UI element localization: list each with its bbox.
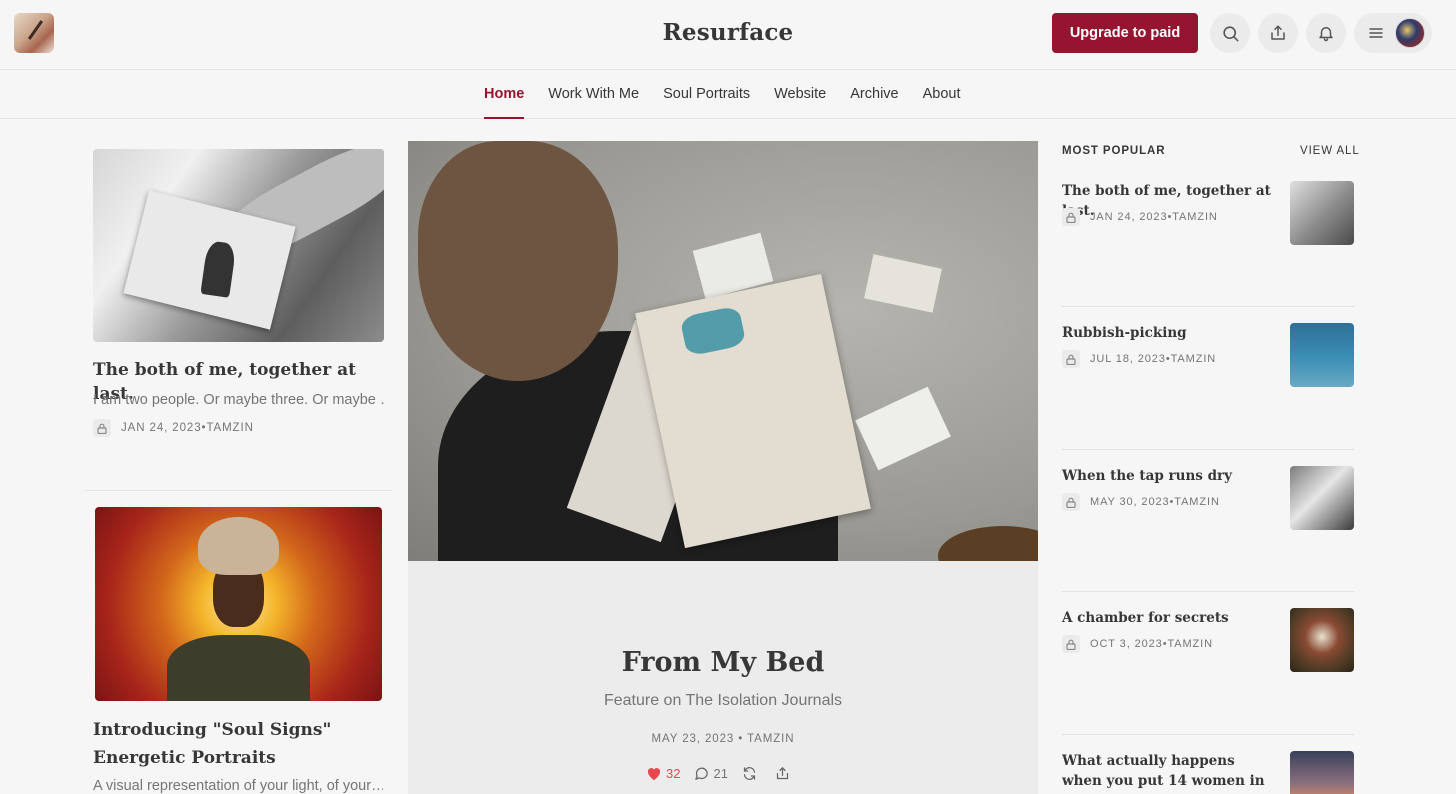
post-date: JAN 24, 2023	[1090, 211, 1168, 223]
top-bar: Resurface Upgrade to paid	[0, 0, 1456, 70]
avatar	[1395, 18, 1425, 48]
meta-separator: •	[734, 733, 748, 745]
popular-post-thumbnail[interactable]	[1290, 181, 1354, 245]
heart-icon	[647, 768, 661, 781]
divider	[85, 490, 392, 491]
popular-post-title[interactable]: Rubbish-picking	[1062, 323, 1277, 343]
post-date: JUL 18, 2023	[1090, 353, 1166, 365]
post-subtitle: I am two people. Or maybe three. Or mayb…	[93, 392, 385, 408]
post-date: MAY 23, 2023	[651, 733, 735, 745]
post-image-both-of-me[interactable]	[93, 149, 384, 342]
popular-post-thumbnail[interactable]	[1290, 323, 1354, 387]
lock-icon	[1062, 635, 1080, 653]
search-icon	[1222, 25, 1238, 41]
lock-icon	[1062, 350, 1080, 368]
share-icon	[1271, 25, 1285, 40]
popular-post-title[interactable]: What actually happens when you put 14 wo…	[1062, 751, 1277, 794]
nav-item-about[interactable]: About	[911, 70, 973, 119]
popular-post-meta: JUL 18, 2023 • TAMZIN	[1062, 350, 1216, 368]
post-image-soul-signs[interactable]	[95, 507, 382, 701]
popular-post-thumbnail[interactable]	[1290, 466, 1354, 530]
share-icon	[776, 767, 789, 780]
divider	[1062, 449, 1354, 450]
popular-post-meta: MAY 30, 2023 • TAMZIN	[1062, 493, 1220, 511]
post-actions: 32 21	[646, 766, 808, 781]
nav-item-website[interactable]: Website	[762, 70, 838, 119]
like-button[interactable]: 32	[646, 766, 680, 781]
featured-post-image[interactable]	[408, 141, 1038, 561]
post-author[interactable]: TAMZIN	[1174, 496, 1220, 508]
comment-count: 21	[713, 766, 728, 781]
main-nav: Home Work With Me Soul Portraits Website…	[0, 70, 1456, 119]
divider	[1062, 734, 1354, 735]
featured-post-title[interactable]: From My Bed	[408, 647, 1038, 678]
post-date: MAY 30, 2023	[1090, 496, 1170, 508]
post-date: JAN 24, 2023	[121, 422, 202, 434]
nav-item-soul-portraits[interactable]: Soul Portraits	[651, 70, 762, 119]
featured-post-body: From My Bed Feature on The Isolation Jou…	[408, 561, 1038, 794]
comment-icon	[695, 767, 709, 780]
popular-post[interactable]: What actually happens when you put 14 wo…	[1062, 751, 1354, 794]
upgrade-button[interactable]: Upgrade to paid	[1052, 13, 1198, 53]
like-count: 32	[666, 766, 681, 781]
most-popular-header: MOST POPULAR	[1062, 145, 1166, 157]
popular-post-meta: OCT 3, 2023 • TAMZIN	[1062, 635, 1213, 653]
featured-post-subtitle: Feature on The Isolation Journals	[603, 692, 843, 709]
popular-post[interactable]: The both of me, together at last. JAN 24…	[1062, 181, 1354, 281]
popular-post[interactable]: When the tap runs dry MAY 30, 2023 • TAM…	[1062, 466, 1354, 566]
popular-post[interactable]: A chamber for secrets OCT 3, 2023 • TAMZ…	[1062, 608, 1354, 708]
post-author[interactable]: TAMZIN	[1172, 211, 1218, 223]
popular-post-title[interactable]: A chamber for secrets	[1062, 608, 1277, 628]
view-all-link[interactable]: VIEW ALL	[1300, 145, 1360, 157]
search-button[interactable]	[1210, 13, 1250, 53]
post-author[interactable]: TAMZIN	[206, 422, 253, 434]
lock-icon	[1062, 493, 1080, 511]
popular-post-thumbnail[interactable]	[1290, 751, 1354, 794]
popular-post-thumbnail[interactable]	[1290, 608, 1354, 672]
divider	[1062, 306, 1354, 307]
notifications-button[interactable]	[1306, 13, 1346, 53]
post-date: OCT 3, 2023	[1090, 638, 1163, 650]
lock-icon	[1062, 208, 1080, 226]
post-author[interactable]: TAMZIN	[1171, 353, 1217, 365]
featured-post-meta: MAY 23, 2023 • TAMZIN	[408, 733, 1038, 745]
site-logo[interactable]	[14, 13, 54, 53]
popular-post[interactable]: Rubbish-picking JUL 18, 2023 • TAMZIN	[1062, 323, 1354, 423]
nav-item-archive[interactable]: Archive	[838, 70, 910, 119]
post-share-button[interactable]	[775, 766, 794, 781]
post-title[interactable]: Introducing "Soul Signs" Energetic Portr…	[93, 716, 353, 772]
site-title[interactable]: Resurface	[663, 19, 794, 46]
nav-item-work-with-me[interactable]: Work With Me	[536, 70, 651, 119]
bell-icon	[1319, 27, 1333, 42]
restack-button[interactable]	[742, 766, 761, 781]
post-meta: JAN 24, 2023 • TAMZIN	[93, 419, 254, 437]
nav-item-home[interactable]: Home	[472, 70, 536, 119]
divider	[1062, 591, 1354, 592]
menu-icon	[1369, 28, 1383, 38]
post-author[interactable]: TAMZIN	[747, 733, 794, 745]
restack-icon	[743, 767, 756, 780]
comment-button[interactable]: 21	[694, 766, 728, 781]
post-author[interactable]: TAMZIN	[1167, 638, 1213, 650]
popular-post-meta: JAN 24, 2023 • TAMZIN	[1062, 208, 1218, 226]
lock-icon	[93, 419, 111, 437]
popular-post-title[interactable]: When the tap runs dry	[1062, 466, 1277, 486]
user-menu-button[interactable]	[1354, 13, 1432, 53]
share-button[interactable]	[1258, 13, 1298, 53]
post-subtitle: A visual representation of your light, o…	[93, 778, 383, 794]
